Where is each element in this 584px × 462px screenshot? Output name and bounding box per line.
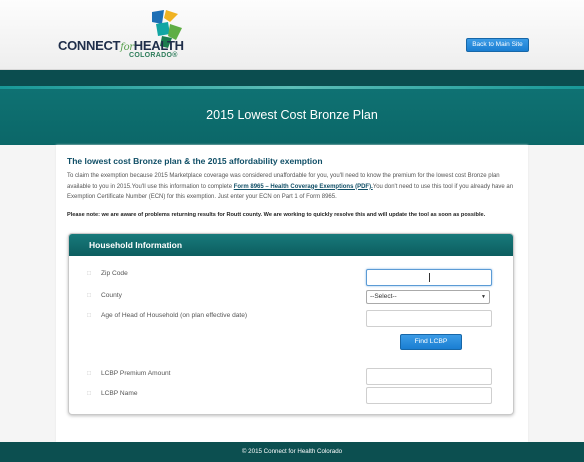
page-title: 2015 Lowest Cost Bronze Plan (206, 108, 378, 122)
household-information-panel: Household Information □ Zip Code □ County … (68, 233, 514, 415)
lcbp-name-label: □ LCBP Name (87, 390, 138, 397)
zip-code-label: □ Zip Code (87, 270, 128, 277)
panel-title: Household Information (89, 240, 183, 250)
copyright-text: © 2015 Connect for Health Colorado (241, 448, 343, 455)
dropdown-arrow-icon: ▼ (481, 294, 486, 300)
zip-code-label-text: Zip Code (100, 270, 128, 277)
age-input[interactable] (366, 310, 492, 327)
right-gutter (528, 145, 584, 442)
section-heading: The lowest cost Bronze plan & the 2015 a… (67, 156, 323, 166)
county-label: □ County (87, 292, 122, 299)
row-marker-icon: □ (87, 390, 91, 397)
text-cursor (429, 273, 430, 282)
find-lcbp-button[interactable]: Find LCBP (400, 334, 462, 350)
age-label: □ Age of Head of Household (on plan effec… (87, 312, 247, 319)
premium-amount-field[interactable] (366, 368, 492, 385)
intro-paragraph: To claim the exemption because 2015 Mark… (67, 171, 519, 203)
left-gutter (0, 145, 56, 442)
zip-code-input[interactable] (366, 269, 492, 286)
banner-highlight-stripe (0, 86, 584, 89)
row-marker-icon: □ (87, 312, 91, 319)
lcbp-name-field[interactable] (366, 387, 492, 404)
panel-header: Household Information (69, 234, 513, 256)
county-select[interactable]: --Select-- ▼ (366, 290, 490, 304)
back-to-main-site-button[interactable]: Back to Main Site (466, 38, 529, 52)
premium-amount-label-text: LCBP Premium Amount (100, 370, 171, 377)
logo-wordmark: CONNECTforHEALTH (58, 38, 184, 53)
row-marker-icon: □ (87, 292, 91, 299)
logo-connect-text: CONNECT (58, 38, 121, 53)
logo-colorado-text: COLORADO® (129, 52, 178, 59)
site-header: CONNECTforHEALTH COLORADO® Back to Main … (0, 0, 584, 70)
county-selected-value: --Select-- (370, 293, 397, 300)
lcbp-name-label-text: LCBP Name (100, 390, 138, 397)
connect-for-health-logo[interactable]: CONNECTforHEALTH COLORADO® (58, 8, 208, 64)
age-label-text: Age of Head of Household (on plan effect… (100, 312, 248, 319)
site-footer: © 2015 Connect for Health Colorado (0, 442, 584, 462)
form-8965-link[interactable]: Form 8965 – Health Coverage Exemptions (… (234, 184, 373, 190)
header-dark-band (0, 70, 584, 86)
logo-health-text: HEALTH (133, 38, 184, 53)
row-marker-icon: □ (87, 370, 91, 377)
routt-county-notice: Please note: we are aware of problems re… (67, 212, 486, 218)
premium-amount-label: □ LCBP Premium Amount (87, 370, 171, 377)
row-marker-icon: □ (87, 270, 91, 277)
county-label-text: County (100, 292, 122, 299)
